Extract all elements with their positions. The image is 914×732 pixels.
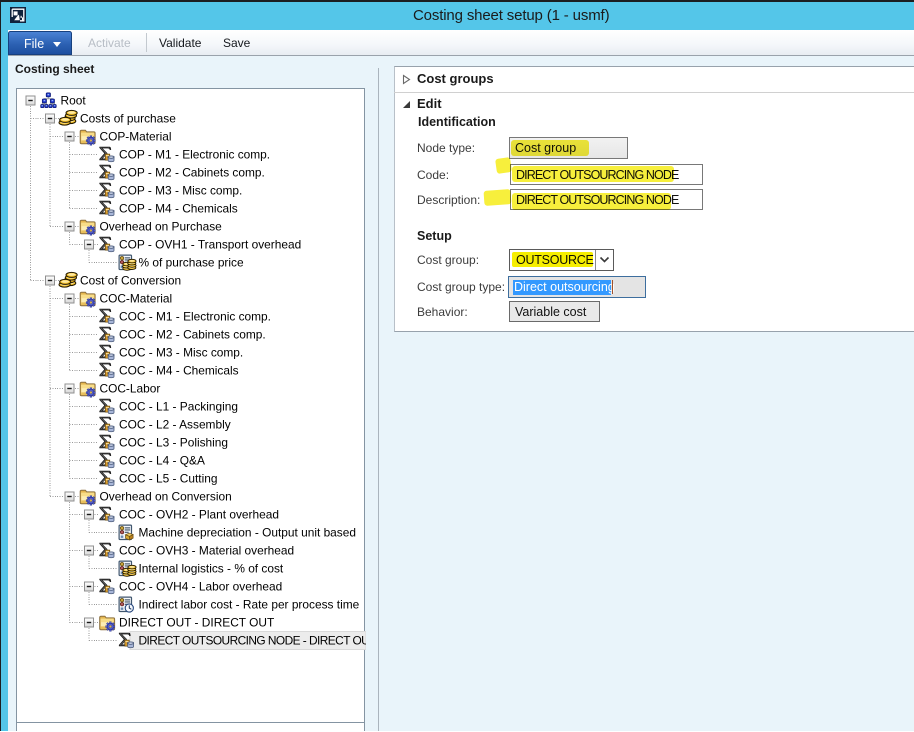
svg-text:COC - L5 - Cutting: COC - L5 - Cutting	[119, 472, 217, 486]
svg-text:% of purchase price: % of purchase price	[139, 256, 244, 270]
svg-text:COP - M1 - Electronic comp.: COP - M1 - Electronic comp.	[119, 148, 270, 162]
svg-text:COC - M3 - Misc comp.: COC - M3 - Misc comp.	[119, 346, 243, 360]
svg-text:COC - M1 - Electronic comp.: COC - M1 - Electronic comp.	[119, 310, 271, 324]
svg-text:COC - M4 - Chemicals: COC - M4 - Chemicals	[119, 364, 239, 378]
svg-text:Costs of purchase: Costs of purchase	[80, 112, 176, 126]
svg-text:COC - OVH2 - Plant overhead: COC - OVH2 - Plant overhead	[119, 508, 279, 522]
svg-text:DIRECT OUT - DIRECT OUT: DIRECT OUT - DIRECT OUT	[119, 616, 274, 630]
svg-text:COC-Material: COC-Material	[100, 292, 173, 306]
svg-text:COP - M4 - Chemicals: COP - M4 - Chemicals	[119, 202, 238, 216]
svg-text:COC - M2 - Cabinets comp.: COC - M2 - Cabinets comp.	[119, 328, 266, 342]
svg-text:COC - L3 - Polishing: COC - L3 - Polishing	[119, 436, 228, 450]
svg-text:Root: Root	[61, 94, 87, 108]
svg-text:Internal logistics - % of cost: Internal logistics - % of cost	[139, 562, 284, 576]
svg-text:COP - M2 - Cabinets comp.: COP - M2 - Cabinets comp.	[119, 166, 265, 180]
svg-text:Overhead on Purchase: Overhead on Purchase	[100, 220, 223, 234]
svg-text:COC - L1 - Packinging: COC - L1 - Packinging	[119, 400, 238, 414]
svg-text:Machine depreciation - Output: Machine depreciation - Output unit based	[139, 526, 356, 540]
svg-text:DIRECT OUTSOURCING NODE - DIRE: DIRECT OUTSOURCING NODE - DIRECT OUT	[139, 634, 367, 648]
svg-text:COC - L4 - Q&A: COC - L4 - Q&A	[119, 454, 205, 468]
svg-text:COP-Material: COP-Material	[100, 130, 172, 144]
svg-text:COP - M3 - Misc comp.: COP - M3 - Misc comp.	[119, 184, 242, 198]
svg-text:Overhead on Conversion: Overhead on Conversion	[100, 490, 232, 504]
svg-text:COP - OVH1 - Transport overhea: COP - OVH1 - Transport overhead	[119, 238, 301, 252]
svg-text:COC - OVH4 - Labor overhead: COC - OVH4 - Labor overhead	[119, 580, 282, 594]
svg-text:Cost of Conversion: Cost of Conversion	[80, 274, 181, 288]
svg-text:COC-Labor: COC-Labor	[100, 382, 161, 396]
svg-text:Indirect labor cost - Rate per: Indirect labor cost - Rate per process t…	[139, 598, 360, 612]
svg-text:COC - L2 - Assembly: COC - L2 - Assembly	[119, 418, 231, 432]
svg-text:COC - OVH3 - Material overhead: COC - OVH3 - Material overhead	[119, 544, 294, 558]
